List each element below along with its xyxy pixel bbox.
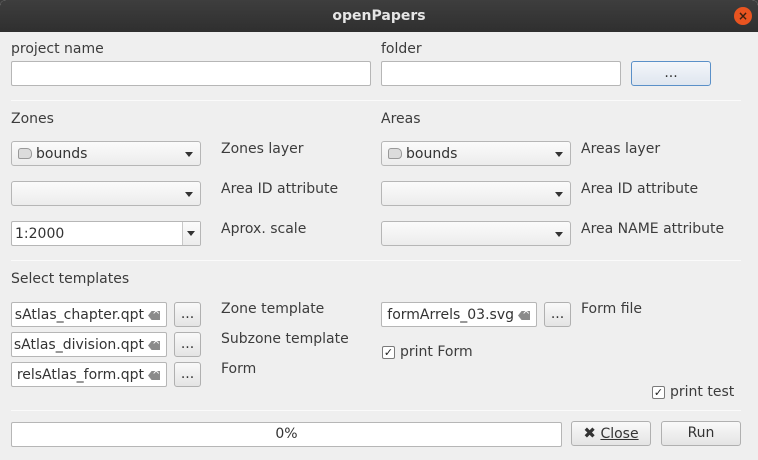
folder-label: folder [381, 41, 422, 57]
zone-template-browse-button[interactable]: ... [174, 302, 201, 327]
separator-top [11, 100, 741, 101]
folder-browse-button[interactable]: ... [631, 61, 711, 86]
progress-text: 0% [275, 426, 298, 442]
subzone-template-value: sAtlas_division.qpt [13, 337, 144, 353]
run-button[interactable]: Run [661, 421, 741, 446]
scale-value: 1:2000 [15, 226, 65, 242]
areas-layer-value: bounds [406, 146, 458, 162]
chevron-down-icon [555, 152, 563, 157]
project-name-input[interactable] [11, 61, 371, 86]
areas-id-label: Area ID attribute [581, 181, 699, 197]
subzone-template-label: Subzone template [221, 331, 349, 347]
areas-layer-select[interactable]: bounds [381, 141, 571, 166]
close-button[interactable]: ✖ Close [571, 421, 651, 446]
print-form-label: print Form [400, 344, 473, 360]
scale-label: Aprox. scale [221, 221, 307, 237]
close-button-label: Close [600, 426, 639, 442]
zones-layer-value: bounds [36, 146, 88, 162]
areas-name-attribute-select[interactable] [381, 221, 571, 246]
areas-layer-label: Areas layer [581, 141, 661, 157]
form-file-browse-button[interactable]: ... [544, 302, 571, 327]
window-title: openPapers [332, 8, 426, 24]
areas-heading: Areas [381, 111, 421, 127]
zone-template-field[interactable]: sAtlas_chapter.qpt [11, 302, 167, 327]
separator-middle [11, 260, 741, 261]
scale-combo[interactable]: 1:2000 [11, 221, 201, 246]
form-file-label: Form file [581, 301, 643, 317]
dialog-window: openPapers × project name folder ... Zon… [0, 0, 758, 460]
separator-bottom [11, 410, 741, 411]
zones-heading: Zones [11, 111, 54, 127]
zone-template-value: sAtlas_chapter.qpt [14, 307, 144, 323]
templates-heading: Select templates [11, 271, 130, 287]
chevron-down-icon [555, 232, 563, 237]
print-form-checkbox[interactable]: ✓ [382, 346, 395, 359]
form-template-browse-button[interactable]: ... [174, 362, 201, 387]
polygon-layer-icon [18, 148, 32, 159]
chevron-down-icon [555, 192, 563, 197]
polygon-layer-icon [388, 148, 402, 159]
close-icon: ✖ [583, 424, 596, 442]
areas-name-label: Area NAME attribute [581, 221, 725, 237]
folder-input[interactable] [381, 61, 621, 86]
subzone-template-browse-button[interactable]: ... [174, 332, 201, 357]
form-template-value: relsAtlas_form.qpt [16, 367, 144, 383]
scale-dropdown-button[interactable] [182, 222, 200, 245]
zone-template-label: Zone template [221, 301, 325, 317]
form-file-value: formArrels_03.svg [387, 307, 514, 323]
zones-layer-label: Zones layer [221, 141, 304, 157]
chevron-down-icon [185, 152, 193, 157]
title-bar: openPapers × [0, 0, 758, 32]
clear-icon[interactable] [148, 341, 160, 350]
zones-id-label: Area ID attribute [221, 181, 339, 197]
window-close-button[interactable]: × [734, 7, 752, 25]
chevron-down-icon [187, 231, 195, 236]
form-template-field[interactable]: relsAtlas_form.qpt [11, 362, 167, 387]
form-file-field[interactable]: formArrels_03.svg [381, 302, 537, 327]
chevron-down-icon [185, 192, 193, 197]
zones-layer-select[interactable]: bounds [11, 141, 201, 166]
print-test-checkbox[interactable]: ✓ [652, 386, 665, 399]
clear-icon[interactable] [148, 311, 160, 320]
subzone-template-field[interactable]: sAtlas_division.qpt [11, 332, 167, 357]
print-test-label: print test [670, 384, 735, 400]
progress-bar: 0% [11, 422, 562, 447]
form-template-label: Form [221, 361, 257, 377]
project-name-label: project name [11, 41, 104, 57]
clear-icon[interactable] [148, 371, 160, 380]
clear-icon[interactable] [518, 311, 530, 320]
zones-id-attribute-select[interactable] [11, 181, 201, 206]
areas-id-attribute-select[interactable] [381, 181, 571, 206]
